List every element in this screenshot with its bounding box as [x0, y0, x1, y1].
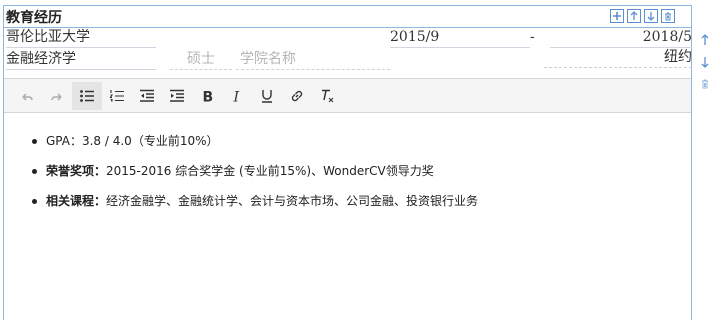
- section-delete-button[interactable]: [661, 9, 675, 23]
- clear-format-icon: [322, 89, 334, 102]
- link-button[interactable]: [282, 82, 312, 110]
- indent-icon: [170, 89, 184, 102]
- degree-field[interactable]: 硕士: [170, 50, 232, 70]
- outdent-icon: [140, 89, 154, 102]
- bold-icon: B: [203, 89, 214, 104]
- school-field[interactable]: 哥伦比亚大学: [6, 28, 156, 48]
- move-up-icon: [630, 11, 638, 20]
- entry-delete-button[interactable]: [697, 73, 713, 95]
- bold-button[interactable]: B: [192, 82, 222, 110]
- list-item: 相关课程：经济金融学、金融统计学、会计与资本市场、公司金融、投资银行业务: [32, 188, 691, 218]
- section-tools: [610, 9, 675, 23]
- entry-move-down-button[interactable]: [697, 51, 713, 73]
- bullet-list-icon: [80, 89, 94, 102]
- indent-button[interactable]: [162, 82, 192, 110]
- clear-format-button[interactable]: [312, 82, 342, 110]
- undo-button[interactable]: [12, 82, 42, 110]
- rich-text-content[interactable]: GPA：3.8 / 4.0（专业前10%） 荣誉奖项：2015-2016 综合奖…: [4, 114, 691, 320]
- numbered-list-icon: [109, 89, 124, 102]
- move-up-icon: [701, 34, 709, 45]
- italic-button[interactable]: I: [222, 82, 252, 110]
- delete-icon: [665, 12, 671, 21]
- add-entry-button[interactable]: [610, 9, 624, 23]
- major-field[interactable]: 金融经济学: [6, 50, 156, 70]
- italic-icon: I: [233, 89, 240, 104]
- list-item: 荣誉奖项：2015-2016 综合奖学金 (专业前15%)、WonderCV领导…: [32, 158, 691, 188]
- delete-icon: [702, 79, 708, 89]
- list-item: GPA：3.8 / 4.0（专业前10%）: [32, 128, 691, 158]
- outdent-button[interactable]: [132, 82, 162, 110]
- education-section: 教育经历 哥伦比亚大学 2015/9 - 2018/5 金融经济学 硕士 学院名…: [3, 5, 692, 320]
- end-date-field[interactable]: 2018/5: [550, 28, 692, 48]
- redo-button[interactable]: [42, 82, 72, 110]
- underline-icon: [262, 89, 272, 103]
- add-icon: [613, 12, 621, 20]
- editor-toolbar: B I: [4, 78, 691, 113]
- location-field[interactable]: 纽约: [544, 48, 692, 68]
- entry-move-up-button[interactable]: [697, 29, 713, 51]
- underline-button[interactable]: [252, 82, 282, 110]
- svg-text:I: I: [233, 89, 240, 104]
- link-icon: [291, 90, 303, 101]
- move-down-icon: [647, 12, 655, 21]
- undo-icon: [22, 92, 33, 101]
- redo-icon: [51, 92, 62, 101]
- start-date-field[interactable]: 2015/9: [390, 28, 530, 48]
- section-title: 教育经历: [6, 10, 62, 26]
- bullet-list-button[interactable]: [72, 81, 102, 110]
- numbered-list-button[interactable]: [102, 82, 132, 110]
- section-move-down-button[interactable]: [644, 9, 658, 23]
- move-down-icon: [701, 57, 709, 68]
- section-move-up-button[interactable]: [627, 9, 641, 23]
- college-field[interactable]: 学院名称: [236, 50, 390, 70]
- entry-side-tools: [697, 29, 713, 95]
- svg-text:B: B: [203, 89, 214, 104]
- date-separator: -: [530, 29, 535, 45]
